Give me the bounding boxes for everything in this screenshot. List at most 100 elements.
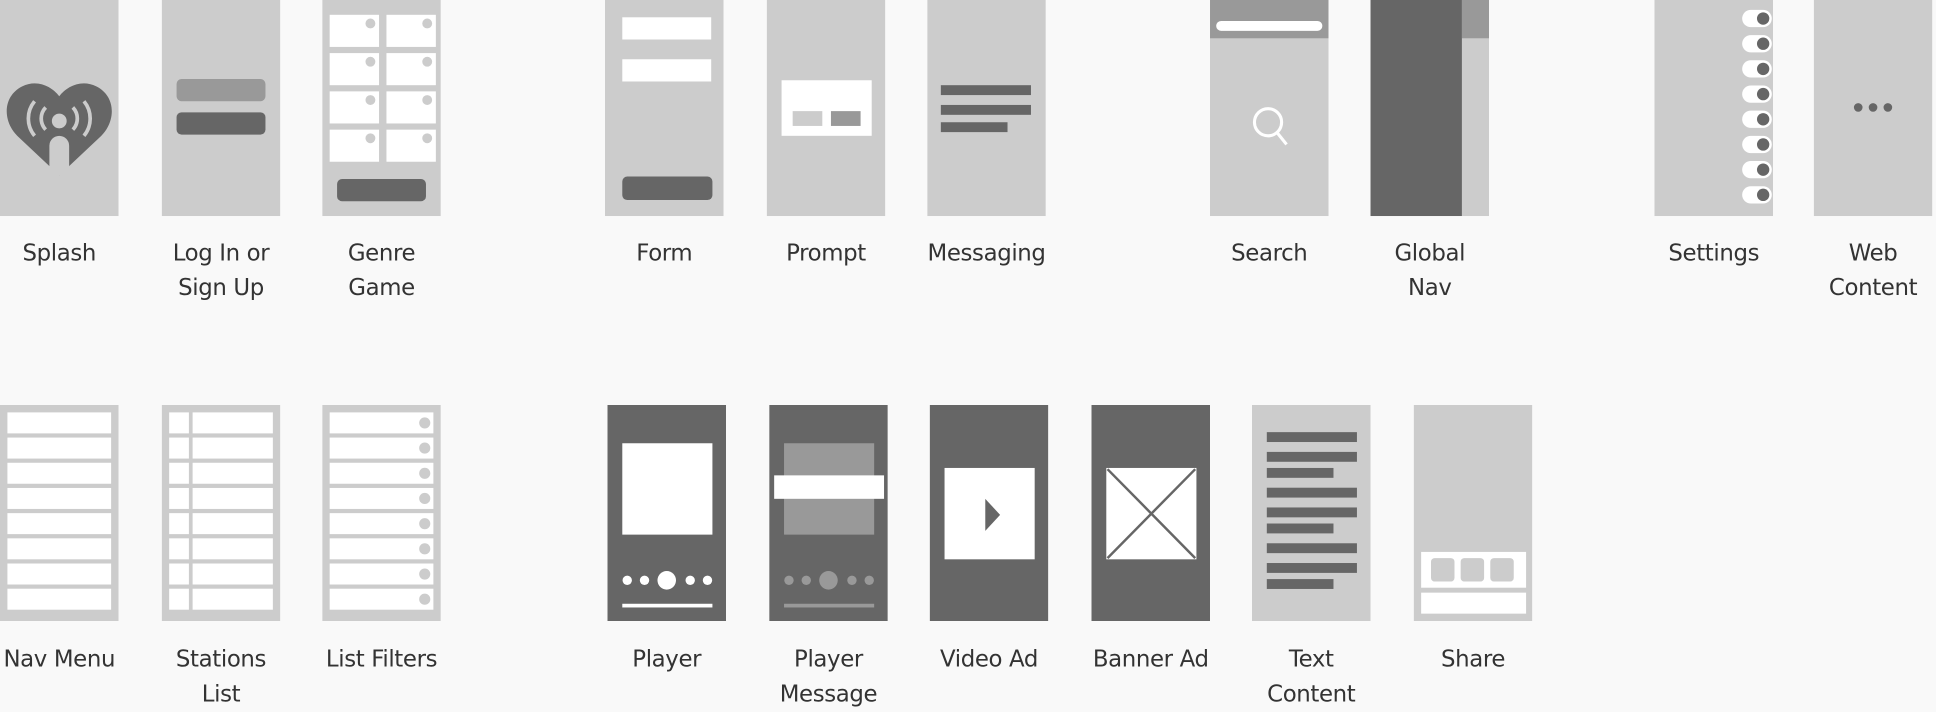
label-banner-ad: Banner Ad: [1092, 646, 1209, 673]
messaging-thumbnail: [927, 0, 1046, 217]
banner-ad-thumbnail: [1091, 404, 1211, 622]
genre-check-dot: [422, 133, 433, 144]
form-field: [622, 59, 712, 82]
label-prompt: Prompt: [786, 240, 866, 267]
global-nav-thumbnail: [1370, 0, 1490, 217]
list-row: [7, 563, 112, 585]
progress-bar: [622, 603, 713, 608]
nav-drawer: [1370, 0, 1462, 217]
label-search: Search: [1231, 240, 1308, 267]
submit-button: [622, 176, 713, 201]
stations-list-thumbnail: [161, 404, 281, 622]
label-settings: Settings: [1668, 240, 1760, 267]
list-row: [329, 538, 434, 560]
list-row: [7, 588, 112, 610]
genre-check-dot: [365, 133, 376, 144]
share-thumbnail: [1413, 404, 1533, 622]
filter-dot: [419, 417, 431, 429]
text-content-thumbnail: [1251, 404, 1371, 622]
message-banner: [774, 475, 885, 499]
filter-dot: [419, 467, 431, 479]
continue-button: [337, 179, 426, 202]
label-text-content: Text Content: [1267, 646, 1356, 708]
dialog-button-cancel: [792, 111, 823, 126]
list-row: [192, 563, 273, 585]
genre-check-dot: [422, 56, 433, 67]
label-form: Form: [636, 240, 693, 267]
text-line: [1266, 579, 1334, 589]
toggle-knob: [1756, 188, 1770, 202]
label-messaging: Messaging: [927, 240, 1046, 267]
toggle-knob: [1756, 113, 1770, 126]
text-line: [1266, 507, 1357, 518]
share-option: [1490, 558, 1514, 582]
progress-bar: [784, 603, 875, 608]
list-row: [329, 563, 434, 585]
toggle-knob: [1756, 12, 1770, 25]
share-option: [1460, 558, 1485, 582]
video-ad-thumbnail: [929, 404, 1049, 622]
station-thumb: [169, 412, 189, 434]
list-row: [192, 412, 273, 434]
genre-check-dot: [422, 18, 433, 29]
web-content-thumbnail: [1813, 0, 1933, 217]
content-header: [1461, 0, 1490, 39]
label-list-filters: List Filters: [325, 646, 438, 673]
station-thumb: [169, 563, 189, 585]
text-line: [1266, 543, 1357, 554]
share-option: [1431, 558, 1455, 582]
list-row: [329, 513, 434, 535]
toggle-knob: [1756, 87, 1770, 101]
station-thumb: [169, 487, 189, 509]
label-global-nav: Global Nav: [1394, 240, 1466, 302]
prompt-dialog: [781, 80, 872, 136]
label-player: Player: [632, 646, 702, 673]
list-row: [7, 462, 112, 484]
list-row: [192, 462, 273, 484]
text-line: [1266, 451, 1357, 462]
label-stations-list: Stations List: [175, 646, 267, 708]
genre-game-thumbnail: [322, 0, 441, 217]
list-row: [329, 462, 434, 484]
text-line: [940, 122, 1008, 133]
album-art: [622, 443, 713, 535]
toggle-knob: [1756, 37, 1770, 50]
list-row: [192, 513, 273, 535]
list-filters-thumbnail: [322, 404, 441, 622]
image-placeholder-icon: [1106, 467, 1197, 560]
player-thumbnail: [607, 404, 727, 622]
filter-dot: [419, 518, 431, 530]
label-genre-game: Genre Game: [347, 240, 416, 302]
filter-dot: [419, 492, 431, 505]
list-row: [329, 588, 434, 610]
toggle-knob: [1756, 62, 1770, 76]
station-thumb: [169, 513, 189, 535]
list-row: [7, 487, 112, 509]
genre-check-dot: [422, 95, 433, 105]
search-header: [1210, 0, 1329, 39]
list-row: [7, 412, 112, 434]
list-row: [7, 513, 112, 535]
login-thumbnail: [161, 0, 281, 217]
station-thumb: [169, 588, 189, 610]
list-row: [7, 437, 112, 459]
filter-dot: [419, 568, 431, 580]
primary-button: [176, 112, 266, 135]
text-line: [1266, 467, 1334, 478]
list-row: [329, 487, 434, 509]
station-thumb: [169, 538, 189, 560]
station-thumb: [169, 462, 189, 484]
share-cancel: [1421, 592, 1527, 614]
list-row: [192, 538, 273, 560]
label-video-ad: Video Ad: [939, 646, 1038, 673]
text-line: [1266, 563, 1357, 573]
settings-thumbnail: [1654, 0, 1774, 217]
list-row: [192, 588, 273, 610]
dialog-button-ok: [830, 111, 861, 126]
player-message-thumbnail: [769, 404, 888, 622]
label-share: Share: [1440, 646, 1506, 673]
station-thumb: [169, 437, 189, 459]
genre-check-dot: [365, 95, 376, 105]
genre-check-dot: [365, 18, 376, 29]
secondary-button: [176, 79, 266, 102]
